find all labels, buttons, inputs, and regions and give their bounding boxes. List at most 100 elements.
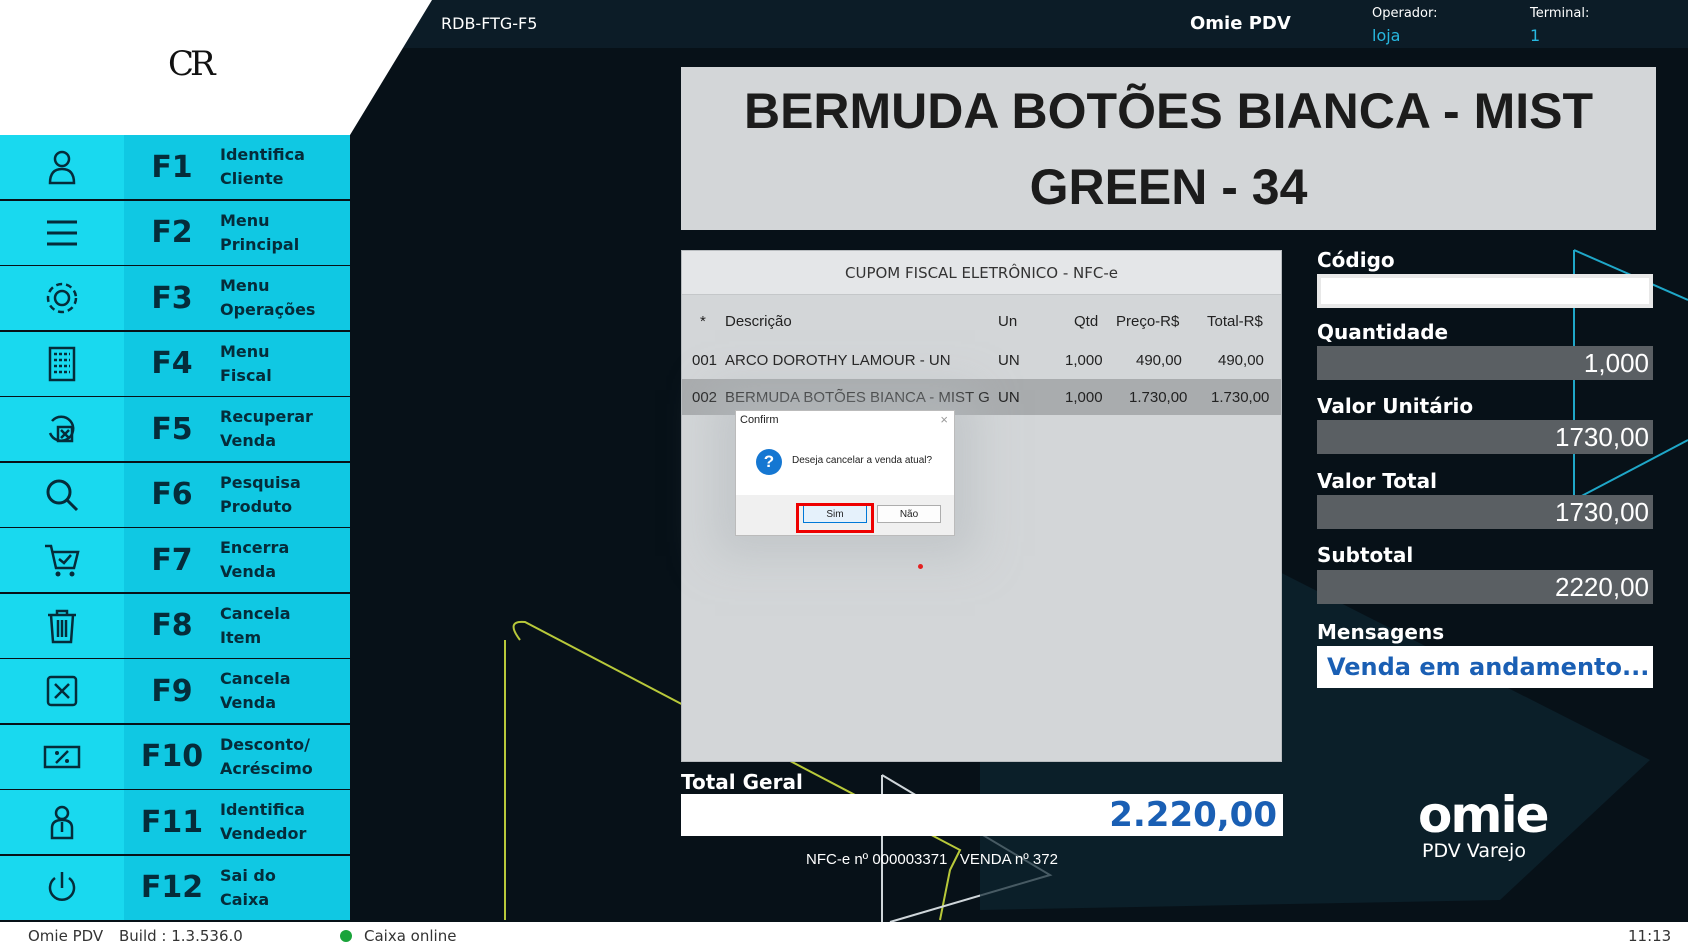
function-key-label: Cancela Item xyxy=(220,603,291,647)
trash-icon xyxy=(0,593,124,658)
total-value: 2.220,00 xyxy=(1109,795,1277,835)
row-total: 490,00 xyxy=(1218,352,1264,369)
col-description: Descrição xyxy=(725,313,792,330)
search-icon xyxy=(0,462,124,527)
menu-icon xyxy=(0,200,124,265)
function-key-f2[interactable]: F2 Menu Principal xyxy=(0,200,350,265)
function-key-sidebar: F1 Identifica Cliente F2 Menu Principal F3 Me… xyxy=(0,135,350,922)
row-description: BERMUDA BOTÕES BIANCA - MIST G xyxy=(725,389,990,406)
function-key-code: F5 xyxy=(151,411,193,447)
row-description: ARCO DOROTHY LAMOUR - UN xyxy=(725,352,951,369)
function-key-label: Pesquisa Produto xyxy=(220,472,301,516)
row-qty: 1,000 xyxy=(1065,389,1103,406)
recover-sale-icon xyxy=(0,397,124,461)
quantidade-label: Quantidade xyxy=(1317,320,1449,344)
function-key-label: Cancela Venda xyxy=(220,669,291,712)
nfce-info: NFC-e nº 000003371 VENDA nº 372 xyxy=(806,851,1058,868)
function-key-code: F4 xyxy=(151,346,193,381)
omie-subtitle: PDV Varejo xyxy=(1422,840,1526,862)
function-key-f10[interactable]: F10 Desconto/ Acréscimo xyxy=(0,724,350,789)
row-number: 001 xyxy=(692,352,718,369)
confirm-dialog: Confirm × ? Deseja cancelar a venda atua… xyxy=(735,410,955,536)
function-key-f9[interactable]: F9 Cancela Venda xyxy=(0,659,350,723)
store-logo-area: CR xyxy=(0,0,432,135)
receipt-header: CUPOM FISCAL ELETRÔNICO - NFC-e xyxy=(682,251,1281,295)
terminal-value: 1 xyxy=(1530,26,1541,45)
function-key-code: F3 xyxy=(151,280,193,316)
valor-total-label: Valor Total xyxy=(1317,469,1437,493)
function-key-code: F9 xyxy=(151,673,193,709)
row-unit: UN xyxy=(998,352,1020,369)
row-unit: UN xyxy=(998,389,1020,406)
function-key-f5[interactable]: F5 Recuperar Venda xyxy=(0,397,350,461)
function-key-code: F7 xyxy=(151,542,193,578)
function-key-f8[interactable]: F8 Cancela Item xyxy=(0,593,350,658)
status-app-name: Omie PDV xyxy=(28,927,104,945)
close-icon[interactable]: × xyxy=(940,412,948,427)
omie-logo: omie xyxy=(1418,786,1549,844)
mensagens-label: Mensagens xyxy=(1317,620,1445,644)
cart-check-icon xyxy=(0,528,124,592)
calculator-icon xyxy=(0,331,124,396)
function-key-label: Sai do Caixa xyxy=(220,865,276,909)
status-build: Build : 1.3.536.0 xyxy=(119,927,243,945)
function-key-code: F6 xyxy=(151,477,193,512)
function-key-f6[interactable]: F6 Pesquisa Produto xyxy=(0,462,350,527)
col-price: Preço-R$ xyxy=(1116,313,1180,330)
function-key-label: Identifica Vendedor xyxy=(220,800,307,843)
row-price: 1.730,00 xyxy=(1129,389,1188,406)
function-key-label: Recuperar Venda xyxy=(220,407,313,450)
subtotal-field: 2220,00 xyxy=(1317,570,1653,604)
dialog-title: Confirm xyxy=(740,414,779,426)
row-total: 1.730,00 xyxy=(1211,389,1270,406)
function-key-code: F1 xyxy=(151,149,193,185)
dialog-body: ? Deseja cancelar a venda atual? xyxy=(736,435,954,495)
yes-button-highlight xyxy=(796,503,874,533)
product-title-panel: BERMUDA BOTÕES BIANCA - MIST GREEN - 34 xyxy=(681,67,1656,230)
codigo-input[interactable] xyxy=(1317,274,1653,308)
user-icon xyxy=(0,135,124,199)
codigo-label: Código xyxy=(1317,248,1395,272)
function-key-f1[interactable]: F1 Identifica Cliente xyxy=(0,135,350,199)
receipt-column-headers: * Descrição Un Qtd Preço-R$ Total-R$ xyxy=(682,303,1281,339)
dialog-message: Deseja cancelar a venda atual? xyxy=(792,455,933,466)
function-key-f4[interactable]: F4 Menu Fiscal xyxy=(0,331,350,396)
status-bar: Omie PDV Build : 1.3.536.0 Caixa online … xyxy=(0,922,1688,950)
function-key-label: Menu Principal xyxy=(220,210,300,254)
valor-unitario-field: 1730,00 xyxy=(1317,420,1653,454)
function-key-code: F12 xyxy=(140,870,204,905)
valor-total-field: 1730,00 xyxy=(1317,495,1653,529)
total-value-box: 2.220,00 xyxy=(681,794,1283,836)
function-key-f12[interactable]: F12 Sai do Caixa xyxy=(0,855,350,920)
function-key-code: F11 xyxy=(140,804,204,840)
col-qty: Qtd xyxy=(1074,313,1099,330)
subtotal-label: Subtotal xyxy=(1317,543,1414,567)
operator-label: Operador: xyxy=(1372,6,1438,21)
function-key-code: F8 xyxy=(151,608,193,643)
question-icon: ? xyxy=(756,449,782,475)
no-button[interactable]: Não xyxy=(877,505,941,523)
col-star: * xyxy=(700,313,706,330)
function-key-code: F10 xyxy=(140,739,204,774)
status-connection: Caixa online xyxy=(364,927,457,945)
function-key-f7[interactable]: F7 Encerra Venda xyxy=(0,528,350,592)
function-key-f11[interactable]: F11 Identifica Vendedor xyxy=(0,790,350,854)
online-status-icon xyxy=(340,930,352,942)
power-icon xyxy=(0,855,124,920)
function-key-label: Identifica Cliente xyxy=(220,145,305,188)
row-qty: 1,000 xyxy=(1065,352,1103,369)
cursor-marker xyxy=(918,564,923,569)
mensagens-field: Venda em andamento... xyxy=(1317,646,1653,688)
seller-icon xyxy=(0,790,124,854)
table-row[interactable]: 001 ARCO DOROTHY LAMOUR - UN UN 1,000 49… xyxy=(682,342,1281,378)
function-key-label: Menu Fiscal xyxy=(220,341,272,385)
function-key-f3[interactable]: F3 Menu Operações xyxy=(0,266,350,330)
function-key-label: Menu Operações xyxy=(220,276,316,319)
product-title: BERMUDA BOTÕES BIANCA - MIST GREEN - 34 xyxy=(743,82,1594,215)
col-total: Total-R$ xyxy=(1207,313,1263,330)
total-label: Total Geral xyxy=(681,770,803,794)
cancel-box-icon xyxy=(0,659,124,723)
row-price: 490,00 xyxy=(1136,352,1182,369)
discount-icon xyxy=(0,724,124,789)
function-key-code: F2 xyxy=(151,215,193,250)
